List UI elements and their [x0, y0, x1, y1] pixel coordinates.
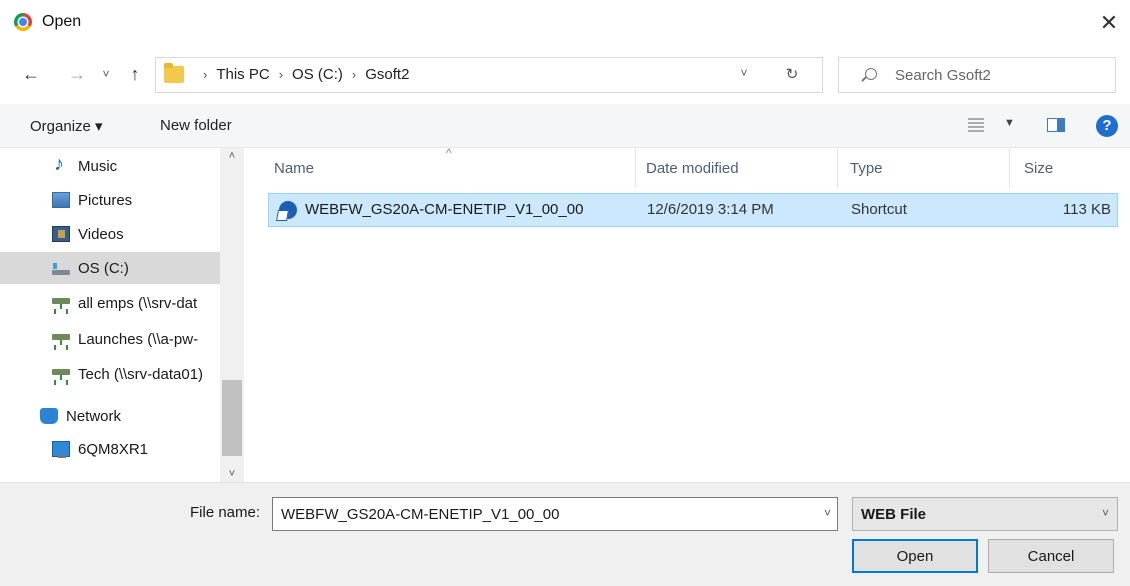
column-header-size[interactable]: Size	[1010, 148, 1118, 188]
title-bar: Open ✕	[0, 0, 1130, 46]
close-button[interactable]: ✕	[1094, 8, 1124, 38]
recent-locations-button[interactable]: ˅	[95, 62, 117, 86]
breadcrumb-separator[interactable]: ›	[203, 67, 207, 82]
column-header-type[interactable]: Type	[838, 148, 1010, 188]
sidebar-item-label: 6QM8XR1	[78, 440, 149, 458]
open-button[interactable]: Open	[852, 539, 978, 573]
sidebar-item-launches[interactable]: Launches (\\a-pw-	[0, 323, 220, 355]
search-input[interactable]	[895, 58, 1105, 92]
date-modified-cell: 12/6/2019 3:14 PM	[647, 201, 774, 218]
dialog-footer: File name: ˅ WEB File ˅ Open Cancel	[0, 482, 1130, 586]
size-cell: 113 KB	[1062, 201, 1111, 218]
organize-button[interactable]: Organize ▾	[30, 117, 103, 135]
network-drive-icon	[52, 331, 70, 347]
sidebar-item-all-emps[interactable]: all emps (\\srv-dat	[0, 287, 220, 319]
videos-icon	[52, 226, 70, 242]
column-header-date-modified[interactable]: Date modified	[636, 148, 838, 188]
network-icon	[40, 408, 58, 424]
sidebar-item-os-c[interactable]: OS (C:)	[0, 252, 220, 284]
help-icon[interactable]: ?	[1096, 115, 1118, 137]
sidebar-item-label: OS (C:)	[78, 259, 129, 277]
search-box[interactable]	[838, 57, 1116, 93]
type-cell: Shortcut	[851, 201, 907, 218]
column-header-label: Type	[850, 159, 883, 177]
column-header-label: Size	[1024, 159, 1054, 177]
file-type-value: WEB File	[861, 506, 927, 523]
refresh-icon[interactable]: ↻	[781, 65, 803, 83]
view-dropdown-icon[interactable]: ▼	[1004, 117, 1015, 129]
file-name-cell: WEBFW_GS20A-CM-ENETIP_V1_00_00	[305, 201, 584, 218]
sidebar-item-label: Network	[66, 407, 122, 425]
sidebar-item-label: Launches (\\a-pw-	[78, 330, 199, 348]
search-icon	[865, 68, 877, 80]
music-icon	[52, 153, 70, 176]
sidebar-item-music[interactable]: Music	[0, 150, 220, 182]
forward-button[interactable]: →	[66, 62, 88, 86]
column-header-name[interactable]: Name	[268, 148, 636, 188]
network-drive-icon	[52, 295, 70, 311]
sidebar-item-label: Tech (\\srv-data01)	[78, 365, 204, 383]
breadcrumb-separator[interactable]: ›	[352, 67, 356, 82]
sidebar-item-pictures[interactable]: Pictures	[0, 184, 220, 216]
sort-ascending-icon: ^	[446, 146, 452, 160]
window-title: Open	[42, 13, 82, 30]
network-drive-icon	[52, 366, 70, 382]
chevron-down-icon[interactable]: ˅	[824, 506, 831, 520]
breadcrumb-gsoft2[interactable]: Gsoft2	[365, 66, 409, 83]
up-button[interactable]: ↑	[124, 62, 146, 86]
pictures-icon	[52, 192, 70, 208]
folder-icon	[164, 63, 184, 83]
sidebar-item-videos[interactable]: Videos	[0, 218, 220, 250]
preview-pane-icon[interactable]	[1047, 118, 1065, 132]
breadcrumb: › This PC › OS (C:) › Gsoft2	[194, 66, 409, 83]
file-name-combobox[interactable]: ˅	[272, 497, 838, 531]
sidebar-item-network[interactable]: Network	[0, 400, 220, 432]
navigation-pane: Music Pictures Videos OS (C:) all emps (…	[0, 148, 244, 482]
file-name-label: File name:	[190, 504, 261, 521]
breadcrumb-this-pc[interactable]: This PC	[216, 66, 269, 83]
sidebar-item-label: Videos	[78, 225, 124, 243]
sidebar-item-label: Music	[78, 157, 118, 175]
web-shortcut-icon	[279, 201, 297, 219]
sidebar-item-6qm8xr1[interactable]: 6QM8XR1	[0, 433, 220, 465]
chevron-down-icon[interactable]: ˅	[1102, 506, 1109, 520]
drive-icon	[52, 260, 70, 276]
scrollbar-thumb[interactable]	[222, 380, 242, 456]
computer-icon	[52, 441, 70, 458]
sidebar-item-label: Pictures	[78, 191, 133, 209]
scroll-up-icon[interactable]: ˄	[220, 150, 244, 162]
chrome-icon	[14, 13, 32, 31]
sidebar-item-label: all emps (\\srv-dat	[78, 294, 198, 312]
address-bar[interactable]: › This PC › OS (C:) › Gsoft2 ˅ ↻	[155, 57, 823, 93]
breadcrumb-os-c[interactable]: OS (C:)	[292, 66, 343, 83]
file-name-input[interactable]	[281, 498, 801, 530]
new-folder-button[interactable]: New folder	[160, 117, 232, 134]
address-dropdown-icon[interactable]: ˅	[734, 66, 754, 80]
file-type-select[interactable]: WEB File ˅	[852, 497, 1118, 531]
breadcrumb-separator[interactable]: ›	[279, 67, 283, 82]
back-button[interactable]: ←	[20, 62, 42, 86]
command-bar: Organize ▾ New folder ▼ ?	[0, 104, 1130, 148]
table-row[interactable]: WEBFW_GS20A-CM-ENETIP_V1_00_00 12/6/2019…	[268, 193, 1118, 227]
view-options-icon[interactable]	[968, 118, 984, 132]
column-header-label: Name	[274, 159, 315, 177]
navigation-bar: ← → ˅ ↑ › This PC › OS (C:) › Gsoft2 ˅ ↻	[0, 54, 1130, 94]
column-header-label: Date modified	[646, 159, 739, 177]
sidebar-scrollbar[interactable]: ˄ ˅	[220, 148, 244, 482]
cancel-button[interactable]: Cancel	[988, 539, 1114, 573]
scroll-down-icon[interactable]: ˅	[220, 468, 244, 480]
sidebar-item-tech[interactable]: Tech (\\srv-data01)	[0, 358, 220, 390]
